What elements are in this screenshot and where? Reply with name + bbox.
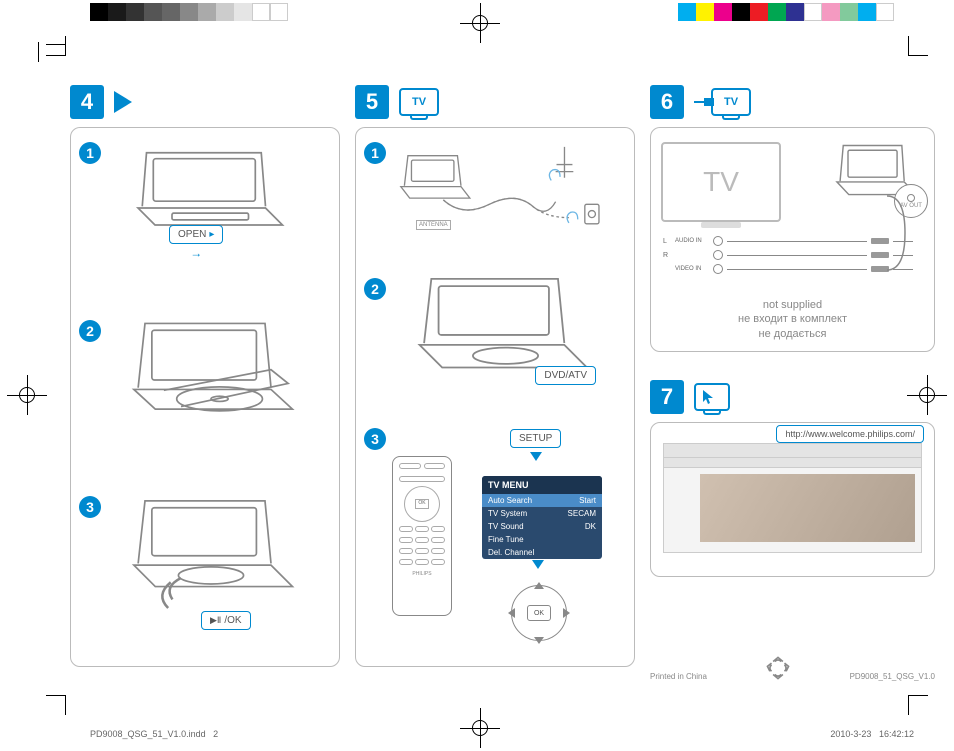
play-icon	[114, 91, 132, 113]
device-dvd-atv: DVD/ATV	[406, 268, 596, 391]
device-press-play: ▶Ⅱ/OK	[121, 488, 301, 622]
section-4-header: 4	[70, 85, 340, 119]
section-5-header: 5 TV	[355, 85, 635, 119]
remote-brand: PHILIPS	[399, 571, 445, 577]
column-4: 4 1 OPEN ▸ → 2	[70, 85, 340, 681]
model-number: PD9008_51_QSG_V1.0	[850, 672, 935, 681]
antenna-port-label: ANTENNA	[416, 220, 451, 230]
section-6-header: 6 TV	[650, 85, 935, 119]
panel-5: 1	[355, 127, 635, 667]
imprint-file: PD9008_QSG_51_V1.0.indd 2	[90, 729, 218, 739]
column-6-7: 6 TV TV AV OUT	[650, 85, 935, 681]
browser-screenshot	[663, 443, 922, 553]
av-connection: L AUDIO IN R VIDEO IN	[663, 236, 913, 274]
not-supplied-ru: не входит в комплект	[651, 312, 934, 326]
url-callout: http://www.welcome.philips.com/	[776, 425, 924, 443]
remote-control: OK PHILIPS	[392, 456, 452, 616]
section-number-4: 4	[70, 85, 104, 119]
step-dot-5-1: 1	[364, 142, 386, 164]
arrow-down-icon	[530, 452, 542, 461]
panel-6: TV AV OUT L AUDIO IN	[650, 127, 935, 352]
color-bar-right	[678, 3, 894, 21]
section-7-header: 7	[650, 380, 935, 414]
printed-in: Printed in China	[650, 672, 707, 681]
antenna-diagram: ANTENNA	[392, 138, 622, 240]
step-dot-5-3: 3	[364, 428, 386, 450]
registration-mark-top	[465, 8, 495, 38]
registration-mark-left	[12, 380, 42, 410]
setup-label: SETUP	[510, 429, 561, 448]
tv-connect-icon: TV	[694, 88, 751, 116]
not-supplied-uk: не додається	[651, 327, 934, 341]
open-button-label: OPEN ▸	[169, 225, 223, 244]
dpad-ok: OK	[527, 605, 551, 621]
panel-7: http://www.welcome.philips.com/	[650, 422, 935, 577]
page-content: 4 1 OPEN ▸ → 2	[70, 85, 914, 681]
step-dot-4-1: 1	[79, 142, 101, 164]
step-dot-4-2: 2	[79, 320, 101, 342]
tv-icon: TV	[399, 88, 439, 116]
dvd-atv-label: DVD/ATV	[535, 366, 596, 385]
tv-menu: TV MENU Auto SearchStart TV SystemSECAM …	[482, 476, 602, 559]
section-number-6: 6	[650, 85, 684, 119]
crop-mark-br	[908, 695, 936, 723]
dpad: OK	[504, 578, 574, 648]
crop-mark-tr	[908, 28, 936, 56]
column-5: 5 TV 1	[355, 85, 635, 681]
crop-mark-bl	[38, 695, 66, 723]
registration-mark-bottom	[465, 713, 495, 743]
section-number-7: 7	[650, 380, 684, 414]
tv-menu-title: TV MENU	[482, 476, 602, 494]
step-dot-4-3: 3	[79, 496, 101, 518]
section-number-5: 5	[355, 85, 389, 119]
not-supplied-en: not supplied	[651, 298, 934, 312]
color-bar-left	[90, 3, 288, 21]
panel-4: 1 OPEN ▸ → 2	[70, 127, 340, 667]
play-ok-label: ▶Ⅱ/OK	[201, 611, 251, 630]
step-dot-5-2: 2	[364, 278, 386, 300]
web-icon	[694, 383, 730, 411]
device-open-front: OPEN ▸ →	[121, 140, 291, 256]
recycle-icon	[765, 655, 791, 681]
arrow-down-icon-2	[532, 560, 544, 569]
tv-set: TV	[661, 142, 781, 222]
crop-mark-tl2	[38, 44, 66, 72]
imprint-date: 2010-3-23 16:42:12	[830, 729, 914, 739]
device-insert-disc	[121, 308, 301, 433]
